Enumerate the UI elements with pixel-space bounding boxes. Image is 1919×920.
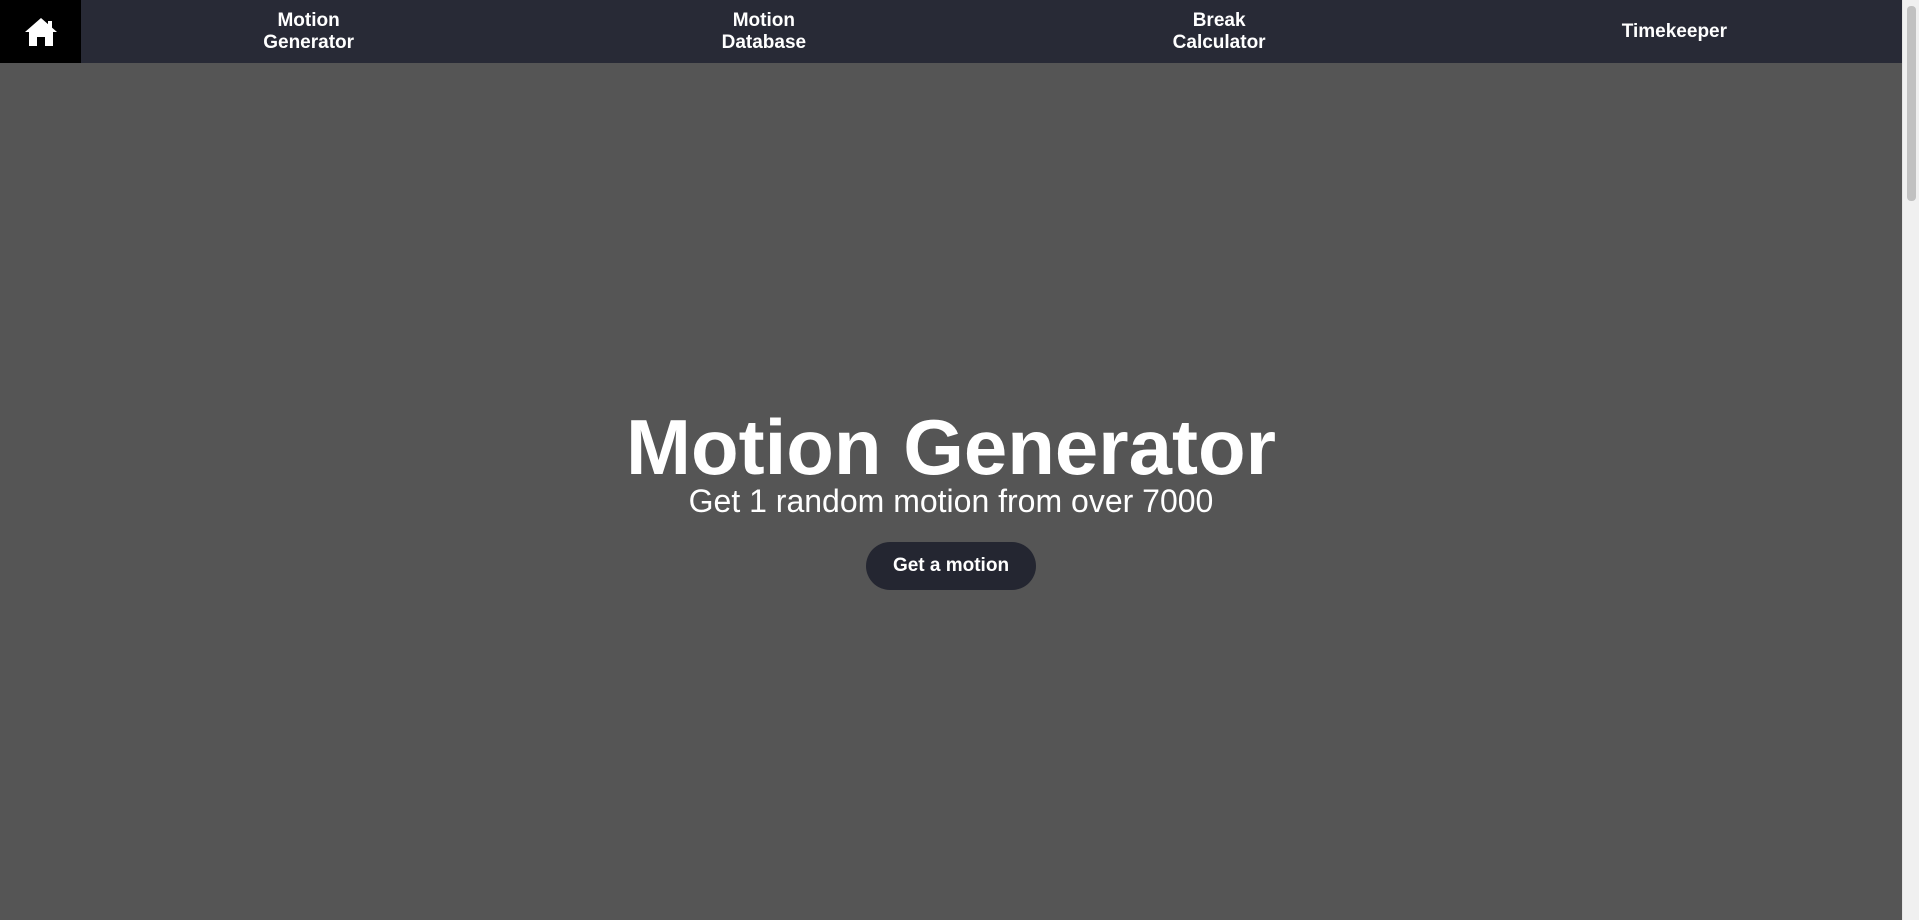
- nav-item-motion-generator[interactable]: Motion Generator: [81, 0, 536, 63]
- page: Motion Generator Motion Database Break C…: [0, 0, 1902, 920]
- vertical-scrollbar[interactable]: [1902, 0, 1919, 920]
- page-title: Motion Generator: [625, 403, 1276, 491]
- nav-item-break-calculator[interactable]: Break Calculator: [992, 0, 1447, 63]
- home-icon: [23, 16, 59, 48]
- hero-section: Motion Generator Get 1 random motion fro…: [0, 63, 1902, 920]
- page-subtitle: Get 1 random motion from over 7000: [688, 483, 1214, 519]
- scrollbar-thumb[interactable]: [1907, 6, 1916, 201]
- top-navbar: Motion Generator Motion Database Break C…: [0, 0, 1902, 63]
- nav-item-motion-database[interactable]: Motion Database: [536, 0, 991, 63]
- get-motion-button[interactable]: Get a motion: [866, 542, 1036, 590]
- home-button[interactable]: [0, 0, 81, 63]
- nav-items: Motion Generator Motion Database Break C…: [81, 0, 1902, 63]
- nav-item-timekeeper[interactable]: Timekeeper: [1447, 0, 1902, 63]
